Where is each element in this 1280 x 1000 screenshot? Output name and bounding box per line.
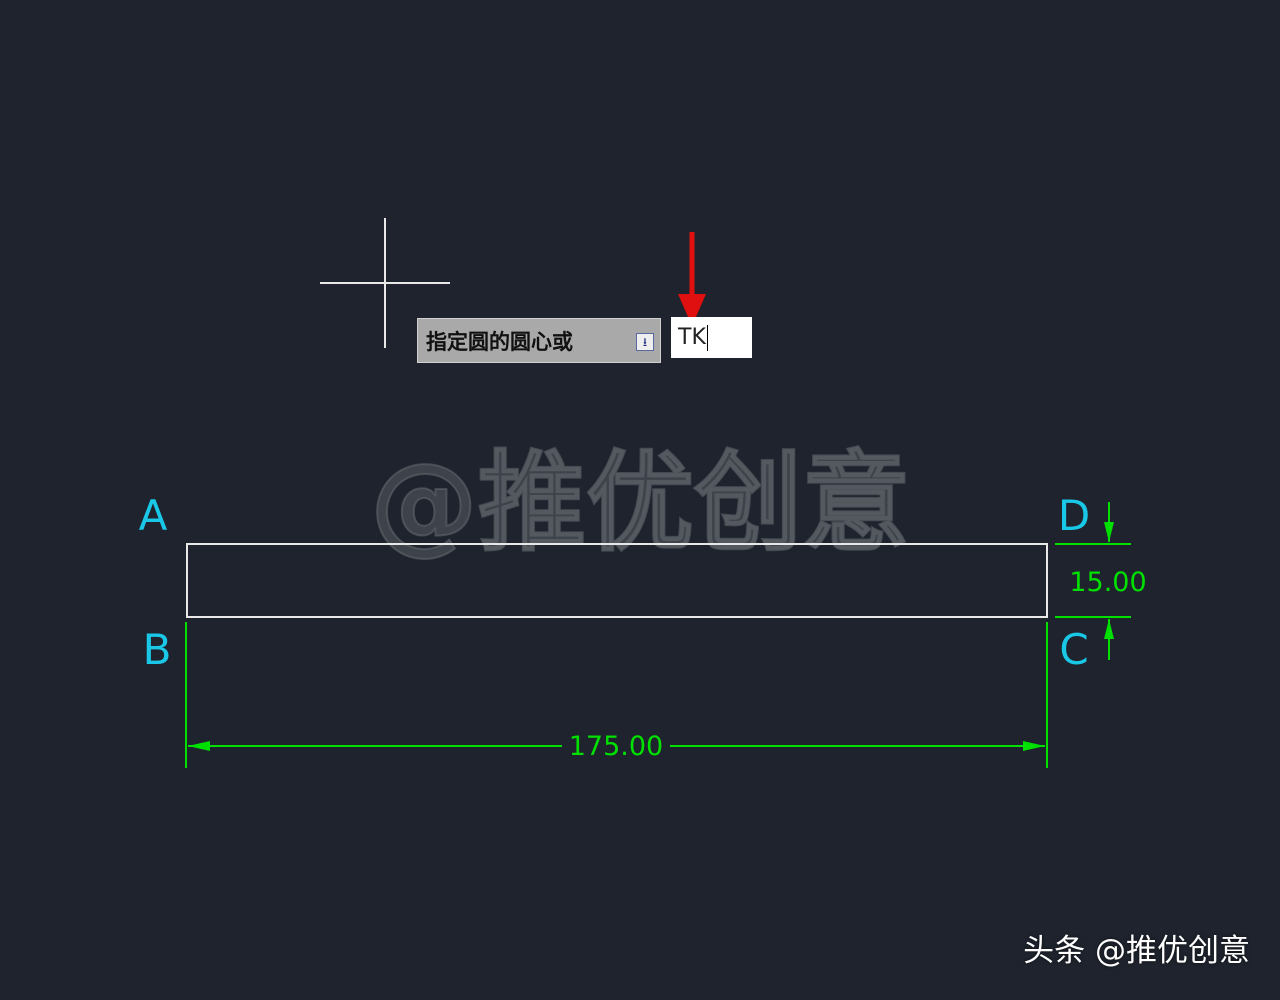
point-label-c: C [1059, 625, 1088, 674]
arrowhead-top-icon [1104, 522, 1114, 542]
dynamic-input-prompt: 指定圆的圆心或 ⭳ [417, 318, 661, 363]
point-label-b: B [143, 625, 172, 674]
point-label-d: D [1058, 491, 1090, 540]
command-input-value: TK [678, 325, 706, 350]
command-input-field[interactable]: TK [671, 317, 752, 358]
footer-watermark: 头条 @推优创意 [1023, 933, 1250, 969]
text-caret [706, 324, 708, 351]
red-pointer-arrow-icon [678, 232, 706, 326]
arrowhead-right-icon [1023, 741, 1045, 751]
center-watermark: @推优创意 [370, 441, 910, 566]
cad-drawing-canvas[interactable]: @推优创意 A B C D 175.00 15.00 [0, 0, 1280, 1000]
dropdown-arrow-icon[interactable]: ⭳ [636, 333, 654, 351]
arrowhead-bottom-icon [1104, 619, 1114, 639]
dimension-text-height: 15.00 [1069, 567, 1146, 598]
point-label-a: A [139, 491, 168, 540]
arrowhead-left-icon [188, 741, 210, 751]
prompt-text: 指定圆的圆心或 [426, 329, 573, 354]
dimension-text-width: 175.00 [569, 731, 663, 762]
